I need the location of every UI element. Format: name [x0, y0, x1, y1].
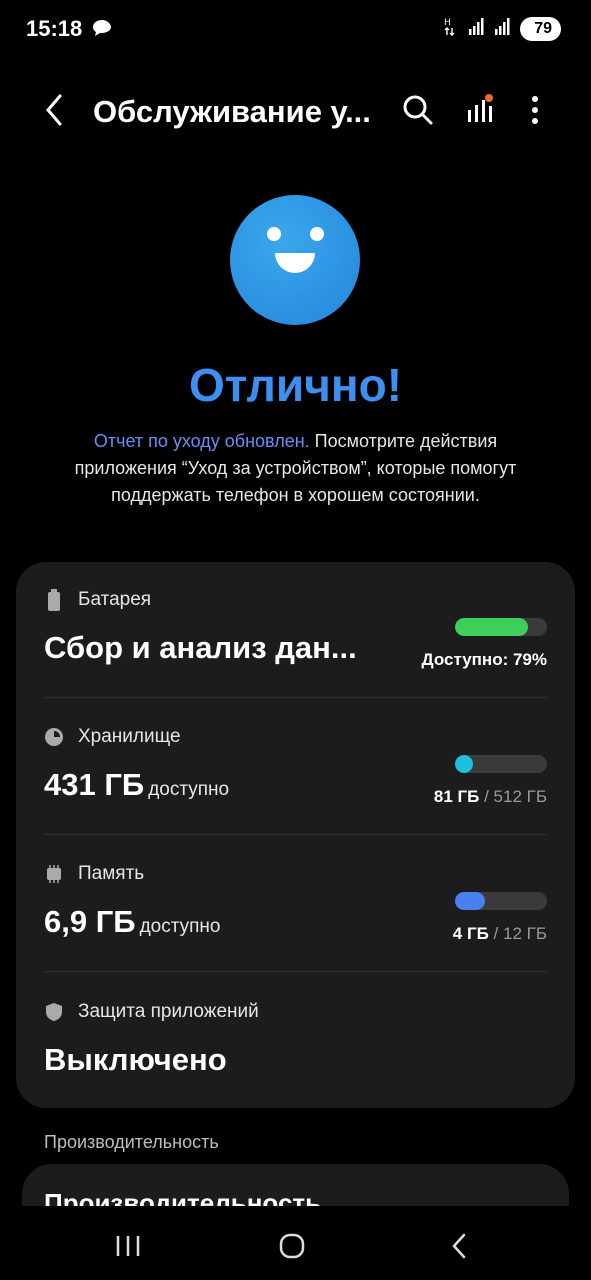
storage-total: 512 ГБ	[493, 787, 547, 806]
battery-percent: 79	[534, 19, 552, 37]
storage-pie-icon	[44, 726, 64, 748]
battery-icon	[44, 589, 64, 611]
battery-value: Сбор и анализ дан...	[44, 630, 357, 665]
memory-section[interactable]: Память 6,9 ГБ доступно 4 ГБ / 12 ГБ	[44, 860, 547, 970]
nav-back-button[interactable]	[440, 1228, 480, 1264]
svg-text:H: H	[444, 18, 451, 28]
recent-apps-button[interactable]	[108, 1228, 148, 1264]
home-icon	[279, 1233, 305, 1259]
care-summary-card: Батарея Сбор и анализ дан... Доступно: 7…	[16, 562, 575, 1108]
face-eye	[310, 227, 324, 241]
divider	[44, 697, 547, 698]
signal-icon-1	[468, 17, 486, 40]
more-vertical-icon	[532, 96, 538, 124]
system-nav-bar	[0, 1206, 591, 1280]
memory-bar	[455, 892, 547, 910]
page-title: Обслуживание у...	[93, 94, 371, 129]
battery-section[interactable]: Батарея Сбор и анализ дан... Доступно: 7…	[44, 586, 547, 696]
memory-label: Память	[78, 863, 145, 884]
chat-bubble-icon	[92, 19, 112, 42]
more-options-button[interactable]	[520, 92, 550, 128]
battery-status: 79	[520, 16, 561, 41]
storage-label: Хранилище	[78, 726, 181, 747]
protection-label: Защита приложений	[78, 1001, 259, 1022]
storage-value: 431 ГБ доступно	[44, 767, 229, 803]
storage-amount: 431 ГБ	[44, 767, 145, 802]
divider	[44, 834, 547, 835]
storage-header: Хранилище	[44, 723, 547, 751]
storage-bar-fill	[455, 755, 474, 773]
battery-bar	[455, 618, 547, 636]
back-arrow-icon	[46, 94, 62, 126]
memory-sub: доступно	[139, 916, 221, 937]
memory-value: 6,9 ГБ доступно	[44, 904, 220, 940]
status-description: Отчет по уходу обновлен. Посмотрите дейс…	[60, 428, 531, 509]
performance-section-label: Производительность	[44, 1132, 219, 1152]
back-chevron-icon	[452, 1233, 466, 1259]
back-button[interactable]	[40, 90, 72, 130]
smiley-face-icon	[230, 195, 360, 325]
storage-separator: /	[479, 787, 494, 806]
status-time: 15:18	[26, 16, 83, 41]
shield-icon	[44, 1001, 64, 1023]
protection-section[interactable]: Защита приложений Выключено	[44, 998, 547, 1088]
status-bar: 15:18 H 79	[0, 0, 591, 58]
memory-used: 4 ГБ	[452, 924, 489, 943]
battery-caption: Доступно: 79%	[421, 650, 547, 669]
protection-value: Выключено	[44, 1042, 227, 1077]
report-link[interactable]: Отчет по уходу обновлен.	[94, 431, 310, 451]
home-button[interactable]	[272, 1228, 312, 1264]
storage-sub: доступно	[148, 779, 230, 800]
signal-icon-2	[494, 17, 512, 40]
notification-dot	[485, 94, 493, 102]
storage-bar	[455, 755, 547, 773]
memory-bar-fill	[455, 892, 486, 910]
battery-label: Батарея	[78, 589, 152, 610]
search-icon	[403, 95, 433, 125]
storage-caption: 81 ГБ / 512 ГБ	[434, 787, 547, 807]
recent-apps-icon	[116, 1236, 140, 1256]
face-eye	[267, 227, 281, 241]
divider	[44, 971, 547, 972]
memory-caption: 4 ГБ / 12 ГБ	[453, 924, 547, 944]
memory-separator: /	[488, 924, 503, 943]
data-transfer-icon: H	[444, 16, 460, 41]
memory-chip-icon	[44, 863, 64, 885]
search-button[interactable]	[400, 92, 436, 128]
status-title: Отлично!	[188, 359, 403, 411]
storage-used: 81 ГБ	[433, 787, 480, 806]
protection-header: Защита приложений	[44, 998, 547, 1026]
storage-section[interactable]: Хранилище 431 ГБ доступно 81 ГБ / 512 ГБ	[44, 723, 547, 833]
memory-header: Память	[44, 860, 547, 888]
memory-total: 12 ГБ	[503, 924, 547, 943]
face-mouth	[275, 253, 315, 273]
chart-button[interactable]	[462, 92, 498, 128]
battery-bar-fill	[455, 618, 528, 636]
memory-amount: 6,9 ГБ	[44, 904, 136, 939]
app-header: Обслуживание у...	[0, 80, 591, 140]
battery-header: Батарея	[44, 586, 547, 614]
